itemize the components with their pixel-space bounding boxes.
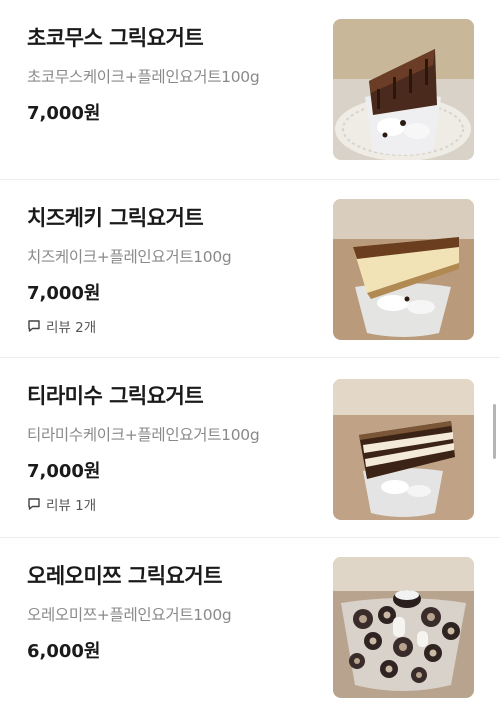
review-count[interactable]: 리뷰 2개 [27,316,96,336]
speech-bubble-icon [28,498,40,510]
item-name: 초코무스 그릭요거트 [27,26,204,50]
review-label: 리뷰 2개 [46,320,97,336]
menu-item-cheesecake[interactable]: 치즈케키 그릭요거트 치즈케이크+플레인요거트100g 7,000원 리뷰 2개 [0,180,500,358]
item-description: 치즈케이크+플레인요거트100g [27,248,232,266]
menu-item-oreo[interactable]: 오레오미쯔 그릭요거트 오레오미쯔+플레인요거트100g 6,000원 [0,538,500,715]
cheesecake-yogurt-photo [333,199,474,340]
oreo-yogurt-photo [333,557,474,698]
item-name: 티라미수 그릭요거트 [27,384,204,408]
item-description: 초코무스케이크+플레인요거트100g [27,68,260,86]
review-count[interactable]: 리뷰 1개 [27,494,96,514]
item-photo[interactable] [333,379,474,520]
item-photo[interactable] [333,199,474,340]
item-price: 6,000원 [27,641,101,662]
menu-item-chocomousse[interactable]: 초코무스 그릭요거트 초코무스케이크+플레인요거트100g 7,000원 [0,0,500,180]
item-description: 오레오미쯔+플레인요거트100g [27,606,232,624]
item-description: 티라미수케이크+플레인요거트100g [27,426,260,444]
item-price: 7,000원 [27,103,101,124]
review-label: 리뷰 1개 [46,498,97,514]
menu-list: 초코무스 그릭요거트 초코무스케이크+플레인요거트100g 7,000원 치즈케… [0,0,500,715]
scrollbar[interactable] [493,404,496,459]
item-photo[interactable] [333,557,474,698]
item-price: 7,000원 [27,461,101,482]
item-name: 오레오미쯔 그릭요거트 [27,564,223,588]
speech-bubble-icon [28,320,40,332]
tiramisu-yogurt-photo [333,379,474,520]
menu-item-tiramisu[interactable]: 티라미수 그릭요거트 티라미수케이크+플레인요거트100g 7,000원 리뷰 … [0,358,500,538]
chocolate-mousse-yogurt-photo [333,19,474,160]
item-name: 치즈케키 그릭요거트 [27,206,204,230]
item-price: 7,000원 [27,283,101,304]
item-photo[interactable] [333,19,474,160]
